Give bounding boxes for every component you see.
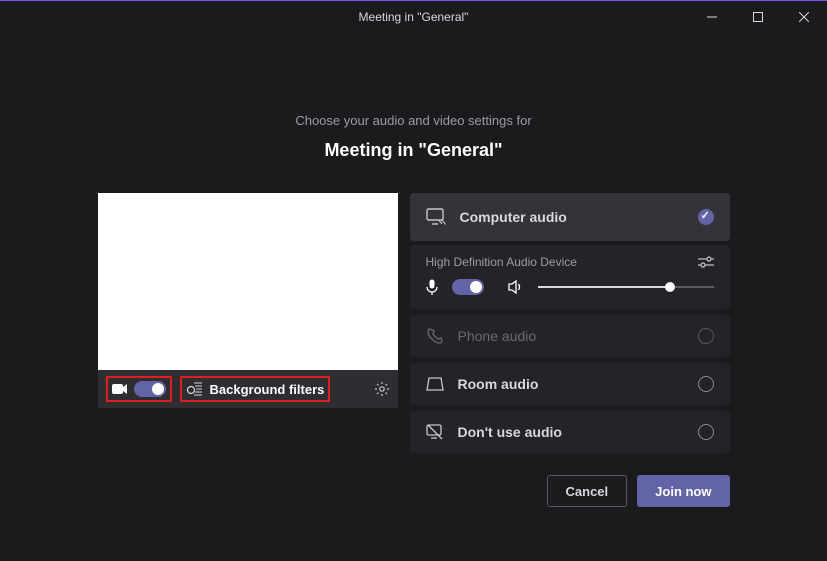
sliders-icon[interactable] xyxy=(698,255,714,269)
no-audio-radio[interactable] xyxy=(698,424,714,440)
phone-icon xyxy=(426,327,444,345)
room-icon xyxy=(426,377,444,391)
computer-audio-icon xyxy=(426,208,446,226)
maximize-icon xyxy=(753,12,763,22)
mic-toggle[interactable] xyxy=(452,279,484,295)
minimize-icon xyxy=(707,12,717,22)
phone-audio-label: Phone audio xyxy=(458,328,684,344)
audio-details-panel: High Definition Audio Device xyxy=(410,245,730,309)
minimize-button[interactable] xyxy=(689,1,735,33)
footer-buttons: Cancel Join now xyxy=(98,475,730,507)
no-audio-icon xyxy=(426,424,444,440)
computer-audio-label: Computer audio xyxy=(460,209,684,225)
audio-column: Computer audio High Definition Audio Dev… xyxy=(410,193,730,453)
subheading: Choose your audio and video settings for xyxy=(295,113,531,128)
cancel-button[interactable]: Cancel xyxy=(547,475,628,507)
background-filters-highlight: Background filters xyxy=(180,376,331,402)
no-audio-option[interactable]: Don't use audio xyxy=(410,411,730,453)
camera-toggle-highlight xyxy=(106,376,172,402)
background-filters-button[interactable]: Background filters xyxy=(210,382,325,397)
room-audio-radio[interactable] xyxy=(698,376,714,392)
camera-toggle[interactable] xyxy=(134,381,166,397)
video-column: Background filters xyxy=(98,193,398,453)
meeting-title: Meeting in "General" xyxy=(324,140,502,161)
window-controls xyxy=(689,1,827,33)
background-filters-icon xyxy=(186,382,202,396)
device-row: High Definition Audio Device xyxy=(426,255,714,269)
phone-audio-radio xyxy=(698,328,714,344)
speaker-icon xyxy=(508,280,524,294)
computer-audio-radio[interactable] xyxy=(698,209,714,225)
join-now-button[interactable]: Join now xyxy=(637,475,729,507)
video-controls-bar: Background filters xyxy=(98,370,398,408)
gear-icon[interactable] xyxy=(374,381,390,397)
close-icon xyxy=(799,12,809,22)
columns: Background filters Computer audio xyxy=(98,193,730,453)
computer-audio-option[interactable]: Computer audio xyxy=(410,193,730,241)
microphone-icon xyxy=(426,279,438,295)
window-title: Meeting in "General" xyxy=(359,10,469,24)
titlebar: Meeting in "General" xyxy=(0,0,827,33)
main-content: Choose your audio and video settings for… xyxy=(0,33,827,507)
phone-audio-option: Phone audio xyxy=(410,315,730,357)
audio-controls-row xyxy=(426,279,714,295)
audio-device-name: High Definition Audio Device xyxy=(426,255,577,269)
video-preview xyxy=(98,193,398,370)
close-button[interactable] xyxy=(781,1,827,33)
room-audio-option[interactable]: Room audio xyxy=(410,363,730,405)
volume-slider[interactable] xyxy=(538,280,714,294)
no-audio-label: Don't use audio xyxy=(458,424,684,440)
room-audio-label: Room audio xyxy=(458,376,684,392)
camera-icon xyxy=(112,383,128,395)
maximize-button[interactable] xyxy=(735,1,781,33)
